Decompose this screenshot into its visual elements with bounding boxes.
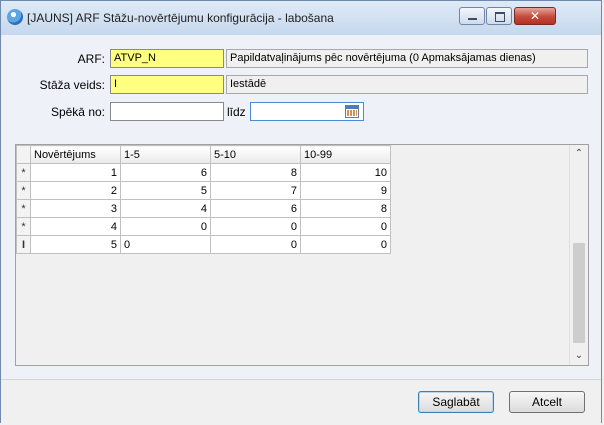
- grid-cell[interactable]: 0: [120, 217, 211, 236]
- arf-field[interactable]: ATVP_N: [110, 49, 224, 68]
- grid-cell-editing[interactable]: 0: [120, 235, 211, 254]
- title-bar[interactable]: [JAUNS] ARF Stāžu-novērtējumu konfigurāc…: [1, 1, 601, 36]
- table-row: * 4 0 0 0: [16, 217, 391, 236]
- row-marker[interactable]: *: [16, 163, 31, 182]
- grid-vertical-scrollbar[interactable]: ⌃ ⌄: [569, 145, 588, 365]
- header-form: ARF: ATVP_N Papildatvaļinājums pēc novēr…: [1, 35, 601, 135]
- table-row-editing: I 5 0 0 0: [16, 235, 391, 254]
- grid-cell[interactable]: 9: [300, 181, 391, 200]
- minimize-button[interactable]: [459, 7, 485, 25]
- grid-cell[interactable]: 6: [210, 199, 301, 218]
- speka-no-field[interactable]: [110, 102, 224, 121]
- save-button[interactable]: Saglabāt: [418, 391, 494, 413]
- grid-cell[interactable]: 4: [30, 217, 121, 236]
- staza-label: Stāža veids:: [39, 78, 105, 92]
- grid-cell[interactable]: 0: [210, 217, 301, 236]
- table-row: * 3 4 6 8: [16, 199, 391, 218]
- grid-header-row: Novērtējums 1-5 5-10 10-99: [16, 145, 391, 164]
- grid-cell[interactable]: 5: [30, 235, 121, 254]
- lidz-date-field[interactable]: [250, 102, 364, 121]
- row-header-corner: [16, 145, 31, 164]
- column-header[interactable]: 1-5: [120, 145, 211, 164]
- grid-cell[interactable]: 2: [30, 181, 121, 200]
- scroll-down-icon[interactable]: ⌄: [570, 347, 588, 365]
- table-row: * 1 6 8 10: [16, 163, 391, 182]
- grid-cell[interactable]: 3: [30, 199, 121, 218]
- grid-cell[interactable]: 8: [300, 199, 391, 218]
- arf-label: ARF:: [77, 52, 105, 66]
- grid-cell[interactable]: 0: [300, 235, 391, 254]
- close-icon: ✕: [529, 9, 541, 23]
- grid-cell[interactable]: 8: [210, 163, 301, 182]
- grid-cell[interactable]: 0: [210, 235, 301, 254]
- lidz-label: līdz: [227, 105, 246, 119]
- grid-cell[interactable]: 1: [30, 163, 121, 182]
- calendar-icon[interactable]: [345, 105, 359, 118]
- window-title: [JAUNS] ARF Stāžu-novērtējumu konfigurāc…: [27, 11, 334, 25]
- maximize-button[interactable]: [486, 7, 512, 25]
- grid-table: Novērtējums 1-5 5-10 10-99 * 1 6 8 10 * …: [16, 145, 391, 254]
- grid-cell[interactable]: 0: [300, 217, 391, 236]
- scroll-up-icon[interactable]: ⌃: [570, 145, 588, 163]
- row-marker-edit-cursor[interactable]: I: [16, 235, 31, 254]
- row-marker[interactable]: *: [16, 199, 31, 218]
- column-header[interactable]: Novērtējums: [30, 145, 121, 164]
- evaluation-grid: Novērtējums 1-5 5-10 10-99 * 1 6 8 10 * …: [15, 144, 589, 366]
- row-marker[interactable]: *: [16, 181, 31, 200]
- grid-cell[interactable]: 5: [120, 181, 211, 200]
- dialog-footer: Saglabāt Atcelt: [1, 379, 601, 425]
- arf-description: Papildatvaļinājums pēc novērtējuma (0 Ap…: [226, 49, 588, 68]
- column-header[interactable]: 5-10: [210, 145, 301, 164]
- grid-cell[interactable]: 6: [120, 163, 211, 182]
- staza-field[interactable]: I: [110, 75, 224, 94]
- cancel-button[interactable]: Atcelt: [509, 391, 585, 413]
- staza-description: Iestādē: [226, 75, 588, 94]
- table-row: * 2 5 7 9: [16, 181, 391, 200]
- grid-cell[interactable]: 10: [300, 163, 391, 182]
- column-header[interactable]: 10-99: [300, 145, 391, 164]
- close-button[interactable]: ✕: [514, 7, 556, 25]
- grid-cell[interactable]: 7: [210, 181, 301, 200]
- scrollbar-thumb[interactable]: [573, 243, 585, 343]
- dialog-window: [JAUNS] ARF Stāžu-novērtējumu konfigurāc…: [0, 0, 602, 425]
- row-marker[interactable]: *: [16, 217, 31, 236]
- grid-cell[interactable]: 4: [120, 199, 211, 218]
- speka-no-label: Spēkā no:: [50, 105, 105, 119]
- app-globe-icon: [7, 9, 23, 25]
